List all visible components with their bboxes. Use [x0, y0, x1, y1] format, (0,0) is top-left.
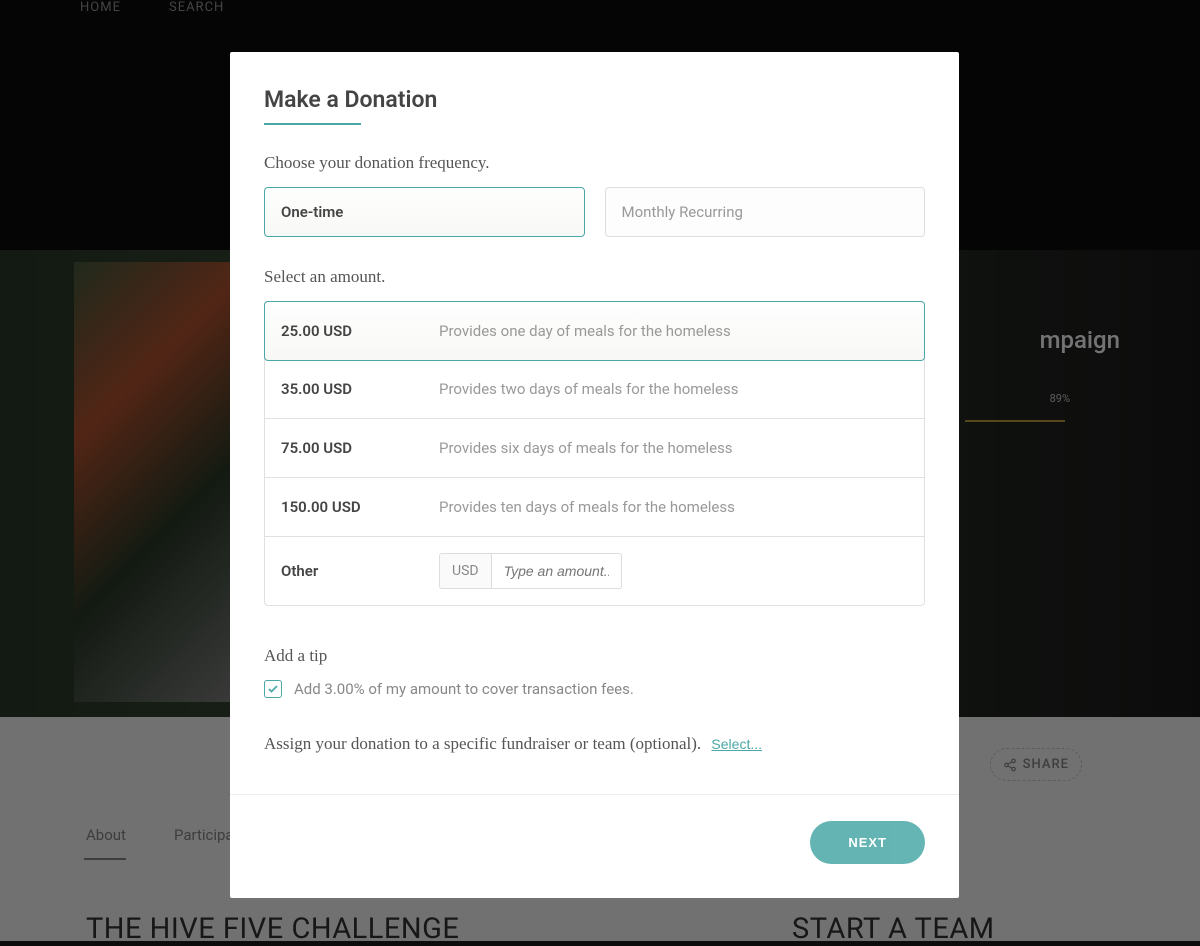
amount-option-75[interactable]: 75.00 USD Provides six days of meals for… [265, 419, 924, 478]
assign-select-link[interactable]: Select... [711, 736, 762, 752]
modal-title: Make a Donation [264, 86, 437, 123]
currency-prefix: USD [439, 553, 492, 589]
frequency-options: One-time Monthly Recurring [264, 187, 925, 237]
tip-section: Add a tip Add 3.00% of my amount to cove… [264, 646, 925, 698]
amount-list: 25.00 USD Provides one day of meals for … [264, 301, 925, 606]
assign-section: Assign your donation to a specific fundr… [264, 734, 925, 754]
amount-desc: Provides six days of meals for the homel… [439, 439, 733, 457]
tip-label: Add a tip [264, 646, 925, 666]
amount-option-25[interactable]: 25.00 USD Provides one day of meals for … [264, 301, 925, 361]
tip-text: Add 3.00% of my amount to cover transact… [294, 680, 634, 698]
frequency-monthly[interactable]: Monthly Recurring [605, 187, 926, 237]
other-amount-input[interactable] [492, 553, 622, 589]
amount-option-150[interactable]: 150.00 USD Provides ten days of meals fo… [265, 478, 924, 537]
next-button[interactable]: NEXT [810, 821, 925, 864]
amount-desc: Provides two days of meals for the homel… [439, 380, 738, 398]
assign-text: Assign your donation to a specific fundr… [264, 734, 701, 753]
modal-footer: NEXT [230, 821, 959, 864]
donation-modal: Make a Donation Choose your donation fre… [230, 52, 959, 898]
amount-label: Select an amount. [264, 267, 925, 287]
frequency-one-time[interactable]: One-time [264, 187, 585, 237]
tip-checkbox[interactable] [264, 680, 282, 698]
amount-value: 150.00 USD [281, 498, 439, 516]
title-underline [264, 123, 361, 125]
amount-option-other[interactable]: Other USD [265, 537, 924, 605]
amount-desc: Provides one day of meals for the homele… [439, 322, 731, 340]
frequency-label: Choose your donation frequency. [264, 153, 925, 173]
amount-option-35[interactable]: 35.00 USD Provides two days of meals for… [265, 360, 924, 419]
check-icon [267, 683, 279, 695]
other-label: Other [281, 562, 439, 580]
amount-value: 75.00 USD [281, 439, 439, 457]
amount-value: 25.00 USD [281, 322, 439, 340]
modal-divider [230, 794, 959, 795]
amount-desc: Provides ten days of meals for the homel… [439, 498, 735, 516]
amount-value: 35.00 USD [281, 380, 439, 398]
